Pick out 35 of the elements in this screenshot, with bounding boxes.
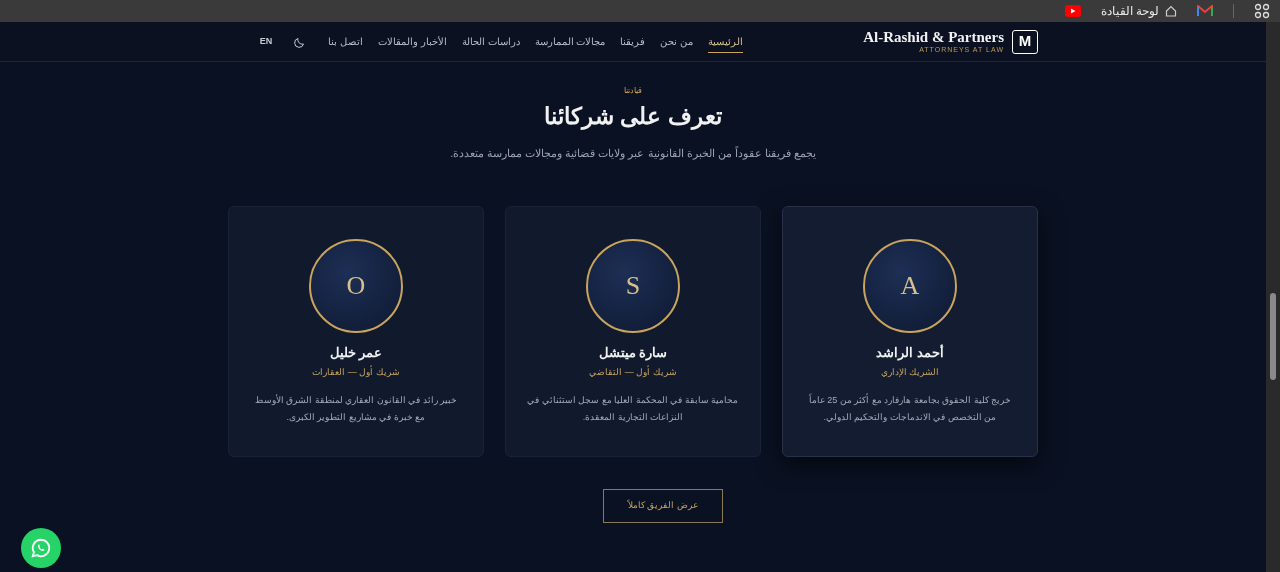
whatsapp-button[interactable] [21, 528, 61, 568]
section-subtitle: يجمع فريقنا عقوداً من الخبرة القانونية عبر ولايات قضائية ومجالات ممارسة متعددة. [450, 145, 816, 162]
nav-link[interactable]: دراسات الحالة [461, 30, 520, 53]
youtube-icon[interactable] [1064, 5, 1081, 17]
view-team-button[interactable]: عرض الفريق كاملاً [603, 488, 723, 523]
partner-role: شريك أول — التقاضي [589, 366, 677, 379]
logo-mark[interactable]: M [1012, 29, 1038, 54]
home-icon [1165, 5, 1177, 17]
nav-link[interactable]: الرئيسية [708, 30, 744, 53]
nav-link[interactable]: مجالات الممارسة [534, 30, 606, 53]
avatar-initial: O [309, 238, 403, 333]
whatsapp-icon [30, 537, 52, 559]
apps-grid-icon[interactable] [1254, 3, 1270, 19]
avatar-initial: S [586, 238, 680, 333]
partner-bio: خبير رائد في القانون العقاري لمنطقة الشرق الأوسط مع خبرة في مشاريع التطوير الكبرى. [253, 393, 459, 425]
scrollbar[interactable] [1266, 22, 1280, 572]
partner-name: أحمد الراشد [876, 343, 944, 362]
nav-link[interactable]: الأخبار والمقالات [378, 30, 447, 53]
nav-link[interactable]: فريقنا [620, 30, 646, 53]
section-title: تعرف على شركائنا [544, 102, 722, 132]
bookmark-link[interactable]: لوحة القيادة [1100, 2, 1177, 20]
avatar-initial: A [863, 238, 957, 333]
section-eyebrow: قيادتنا [624, 85, 642, 97]
mail-icon[interactable] [1197, 5, 1213, 17]
moon-icon[interactable] [294, 35, 307, 48]
partner-name: سارة ميتشل [598, 343, 668, 362]
logo-name: Al-Rashid & Partners [863, 29, 1004, 45]
nav-link[interactable]: من نحن [660, 30, 694, 53]
partner-role: الشريك الإداري [880, 366, 940, 379]
partner-role: شريك أول — العقارات [312, 366, 400, 379]
partner-bio: محامية سابقة في المحكمة العليا مع سجل استثنائي في النزاعات التجارية المعقدة. [526, 393, 740, 424]
language-toggle[interactable]: EN [259, 34, 273, 49]
partner-bio: خريج كلية الحقوق بجامعة هارفارد مع أكثر من 25 عاماً من التخصص في الاندماجات والتحكيم الدولي. [807, 392, 1013, 425]
partner-name: عمر خليل [329, 343, 383, 362]
nav-link[interactable]: اتصل بنا [328, 30, 364, 53]
